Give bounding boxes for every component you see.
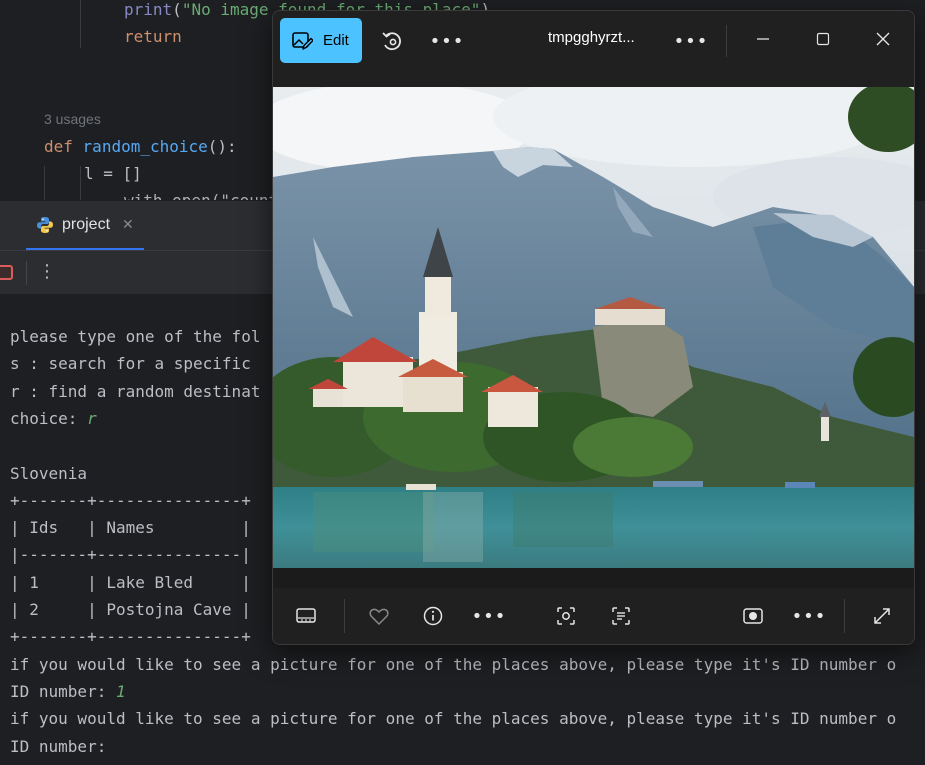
console-line: ID number: 1 [10,682,126,701]
maximize-button[interactable] [805,23,841,55]
photos-viewer-window: Edit ••• tmpgghyrzt... ••• ••• ••• [272,10,915,645]
heart-icon [369,608,389,626]
close-icon [876,32,890,46]
close-icon[interactable]: ✕ [122,217,134,233]
usages-hint[interactable]: 3 usages [44,111,101,127]
code-punct: (): [207,137,237,156]
console-text: +-------+---------------+ [10,627,251,647]
console-line: choice: r [10,409,97,428]
console-line: s : search for a specific [10,354,260,373]
rotate-icon [382,32,401,51]
python-icon [37,216,53,233]
more-options-button[interactable]: ••• [471,600,507,632]
stop-icon[interactable] [0,265,13,280]
console-line: | 1 | Lake Bled | [10,573,251,592]
edit-button-label: Edit [323,32,349,49]
edit-image-icon [292,31,313,50]
info-icon [423,606,443,626]
console-line: +-------+---------------+ [10,627,251,646]
text-scan-icon [612,607,630,625]
code-line-assign[interactable]: l = [] [84,164,142,183]
expand-icon [874,608,890,624]
console-user-input: r [87,408,97,428]
console-text: if you would like to see a picture for o… [10,709,897,729]
info-button[interactable] [416,600,450,632]
console-user-input: 1 [115,681,126,701]
minimize-button[interactable] [745,23,781,55]
background-blur-icon [743,608,763,624]
code-token: ( [172,0,182,19]
viewer-titlebar[interactable]: Edit ••• tmpgghyrzt... ••• [273,11,914,87]
console-line: if you would like to see a picture for o… [10,709,896,728]
filmstrip-icon [296,608,316,623]
rotate-button[interactable] [375,25,409,57]
console-text: |-------+---------------| [10,545,251,565]
filmstrip-area [273,568,914,588]
console-line: Slovenia [10,464,87,483]
title-more-button[interactable]: ••• [673,25,709,57]
code-token: print [124,0,173,19]
console-line: | 2 | Postojna Cave | [10,600,251,619]
run-tab-label: project [62,215,111,233]
toolbar-divider [844,599,845,633]
console-line: ID number: [10,737,116,756]
text-scan-button[interactable] [604,600,638,632]
console-line: if you would like to see a picture for o… [10,655,896,674]
indent-guide [44,166,45,200]
function-name: random_choice [82,137,208,156]
run-tab-project[interactable]: project ✕ [26,201,144,251]
console-line: r : find a random destinat [10,382,260,401]
console-text: choice: [10,408,88,428]
console-line: please type one of the fol [10,327,260,346]
console-text: | Ids | Names | [10,518,251,538]
fullscreen-button[interactable] [865,600,899,632]
console-text: r : find a random destinat [10,381,261,401]
close-button[interactable] [865,23,901,55]
lake-photo [273,87,914,568]
toolbar-divider [344,599,345,633]
code-token: return [124,27,182,46]
console-text: | 1 | Lake Bled | [10,572,251,592]
edit-button[interactable]: Edit [280,18,362,63]
more-vertical-icon[interactable]: ⋮ [38,259,56,285]
visual-search-button[interactable] [549,600,583,632]
console-text: s : search for a specific [10,354,261,374]
console-text: | 2 | Postojna Cave | [10,600,251,619]
indent-guide [80,0,81,48]
console-text: +-------+---------------+ [10,490,251,510]
minimize-icon [757,38,769,40]
console-text: ID number: [10,681,116,701]
file-title: tmpgghyrzt... [548,29,635,46]
console-text: ID number: [10,736,116,756]
code-line[interactable]: return [124,27,182,46]
keyword-def: def [44,137,73,156]
indent-guide [80,166,81,200]
viewer-bottom-toolbar: ••• ••• [273,588,914,644]
code-line-def[interactable]: def random_choice(): [44,137,237,156]
visual-search-icon [557,607,575,625]
console-text: Slovenia [10,463,88,483]
console-text: if you would like to see a picture for o… [10,654,897,674]
more-options-button[interactable]: ••• [791,600,827,632]
console-line: | Ids | Names | [10,518,251,537]
favorite-button[interactable] [362,600,396,632]
toolbar-divider [26,261,27,285]
titlebar-divider [726,25,727,57]
console-text: please type one of the fol [10,327,261,346]
console-line: +-------+---------------+ [10,491,251,510]
photo-canvas[interactable] [273,87,914,568]
filmstrip-button[interactable] [289,600,323,632]
more-options-button[interactable]: ••• [429,25,465,57]
console-line: |-------+---------------| [10,545,251,564]
background-blur-button[interactable] [736,600,770,632]
maximize-icon [816,32,830,46]
